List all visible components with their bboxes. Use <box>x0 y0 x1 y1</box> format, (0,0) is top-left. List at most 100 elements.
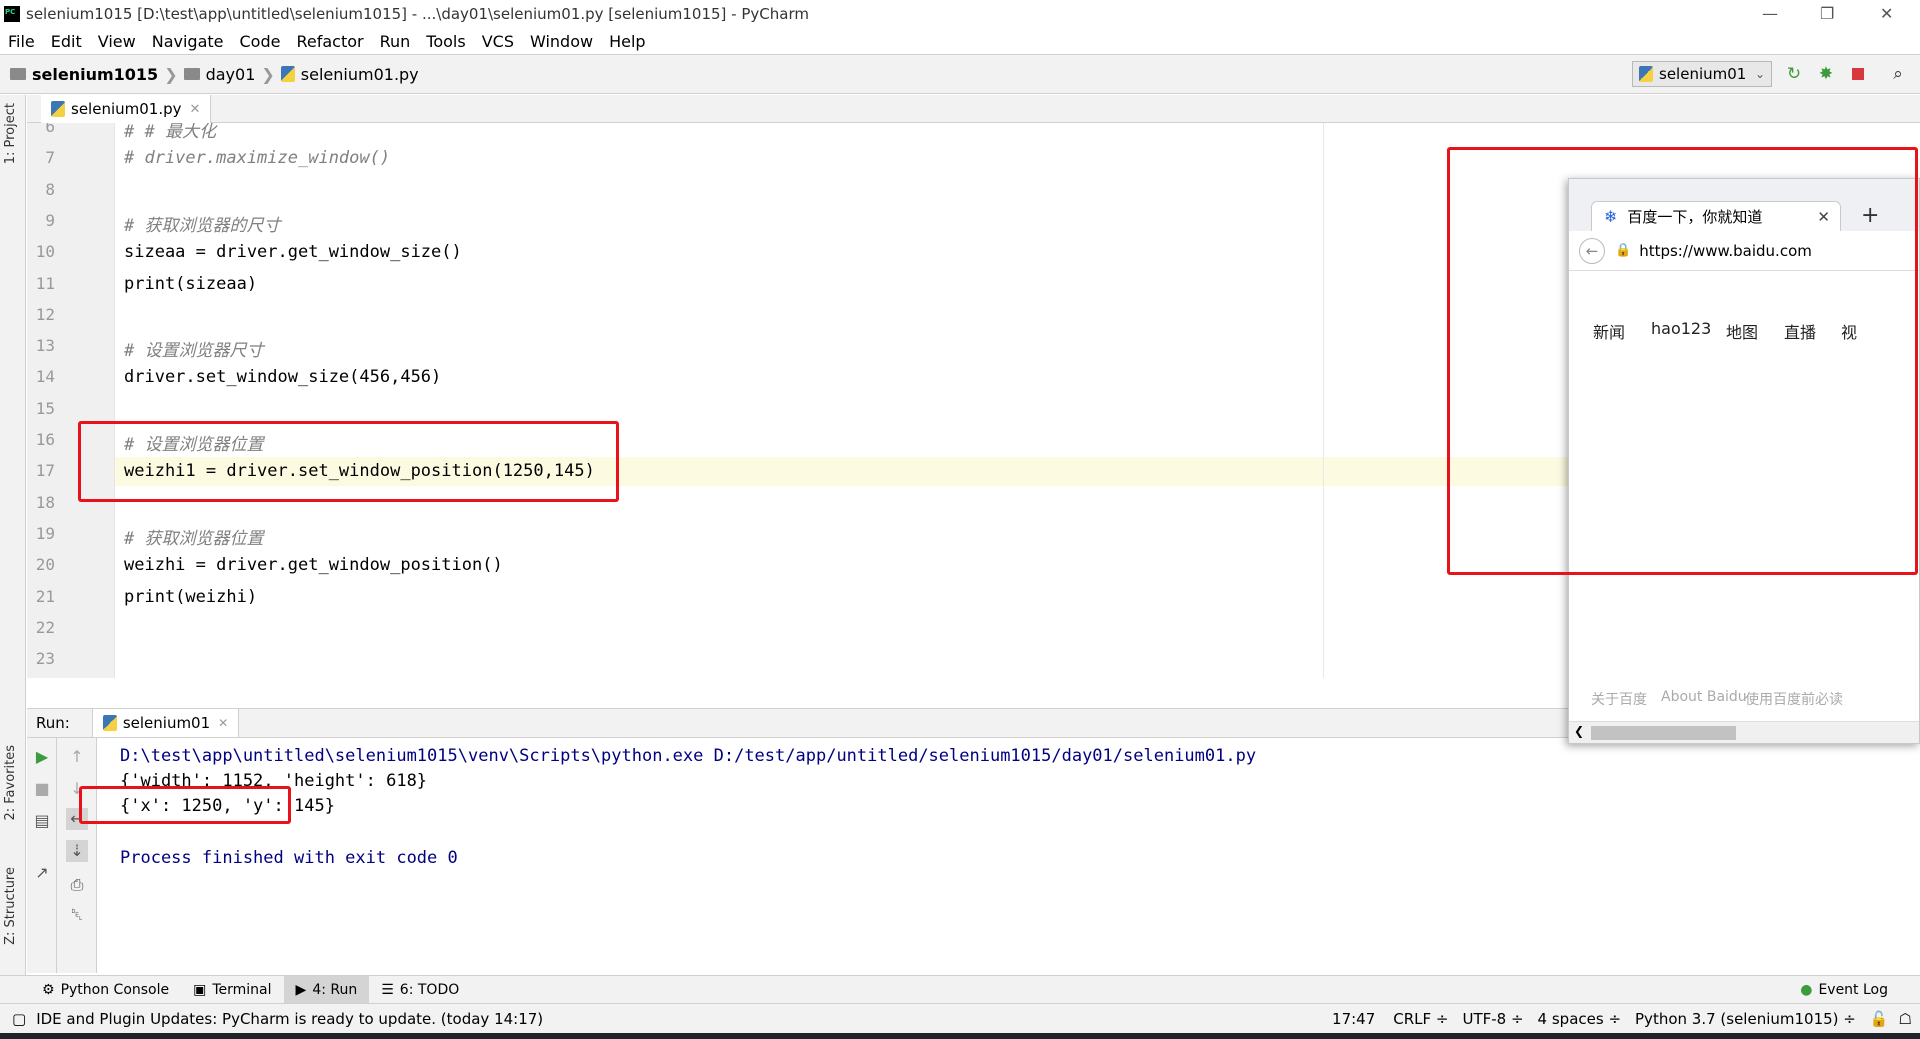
close-button[interactable]: ✕ <box>1880 4 1893 23</box>
minimize-button[interactable]: — <box>1762 4 1778 23</box>
scrollbar-thumb[interactable] <box>1591 726 1736 740</box>
line-number: 9 <box>45 210 55 230</box>
run-tool-tab[interactable]: ▶ 4: Run <box>283 975 370 1004</box>
line-number: 14 <box>35 367 55 387</box>
pycharm-logo-icon <box>4 6 20 22</box>
line-number: 21 <box>35 586 55 606</box>
menu-view[interactable]: View <box>96 32 138 51</box>
terminal-icon: ▣ <box>193 981 207 998</box>
highlight-box-position-output <box>79 786 291 824</box>
line-number: 17 <box>35 461 55 481</box>
python-file-icon <box>51 101 65 117</box>
print-icon[interactable]: ⎙ <box>66 874 88 896</box>
line-number: 13 <box>35 336 55 356</box>
line-number: 8 <box>45 179 55 199</box>
favorites-tool-tab[interactable]: 2: Favorites <box>3 745 18 821</box>
close-tab-icon[interactable]: ✕ <box>218 716 228 730</box>
bottom-tool-bar: ⚙ Python Console ▣ Terminal ▶ 4: Run ☰ 6: TO… <box>0 975 1920 1004</box>
file-encoding[interactable]: UTF-8 ÷ <box>1462 1010 1523 1028</box>
python-file-icon <box>280 66 295 82</box>
code-line[interactable]: # # 最大化 <box>124 123 216 142</box>
rerun-icon[interactable]: ↻ <box>1784 64 1804 84</box>
run-tab-selenium01[interactable]: selenium01 ✕ <box>91 709 240 737</box>
folder-icon <box>10 68 26 80</box>
editor-tab-selenium01[interactable]: selenium01.py ✕ <box>41 95 212 123</box>
menu-navigate[interactable]: Navigate <box>150 32 226 51</box>
python-interpreter[interactable]: Python 3.7 (selenium1015) ÷ <box>1635 1010 1856 1028</box>
title-bar: selenium1015 [D:\test\app\untitled\selen… <box>0 0 1920 28</box>
debug-icon[interactable]: ✸ <box>1816 64 1836 84</box>
breadcrumb-separator-icon: ❯ <box>164 64 178 84</box>
line-number: 10 <box>35 242 55 262</box>
event-log-tab[interactable]: ● Event Log <box>1788 976 1900 1004</box>
status-message[interactable]: IDE and Plugin Updates: PyCharm is ready… <box>36 1010 543 1028</box>
menu-code[interactable]: Code <box>238 32 283 51</box>
run-output-panel: ▶ ■ ▤ ↗ ↑ ↓ ↵ ⇣ ⎙ ␡ D:\test\app\untitled… <box>27 738 1920 973</box>
restore-button[interactable]: ❐ <box>1820 4 1834 23</box>
todo-label: 6: TODO <box>399 981 460 998</box>
stop-icon[interactable] <box>1848 64 1868 84</box>
run-icon[interactable]: ▶ <box>31 746 53 768</box>
line-number: 16 <box>35 430 55 449</box>
line-number: 7 <box>45 148 55 168</box>
terminal-tab[interactable]: ▣ Terminal <box>181 976 283 1004</box>
notifications-icon[interactable]: ☖ <box>1899 1010 1912 1028</box>
code-line[interactable]: print(sizeaa) <box>124 274 257 294</box>
menu-refactor[interactable]: Refactor <box>294 32 365 51</box>
breadcrumb-project[interactable]: selenium1015 <box>32 65 158 84</box>
run-config-select[interactable]: selenium01 ⌄ <box>1632 61 1772 87</box>
search-icon[interactable]: ⌕ <box>1888 64 1908 84</box>
run-tool-label: 4: Run <box>312 981 358 998</box>
python-file-icon <box>1639 66 1653 82</box>
todo-icon: ☰ <box>381 981 394 998</box>
python-console-tab[interactable]: ⚙ Python Console <box>30 976 181 1004</box>
code-line[interactable]: # 获取浏览器位置 <box>124 524 263 549</box>
event-log-label: Event Log <box>1818 981 1888 998</box>
footer-link-about-cn[interactable]: 关于百度 <box>1591 689 1647 709</box>
indent-setting[interactable]: 4 spaces ÷ <box>1538 1010 1621 1028</box>
code-line[interactable]: weizhi = driver.get_window_position() <box>124 555 503 575</box>
close-tab-icon[interactable]: ✕ <box>190 102 201 117</box>
code-line[interactable]: # 设置浏览器尺寸 <box>124 336 263 361</box>
terminal-label: Terminal <box>212 981 272 998</box>
line-number: 22 <box>35 617 55 637</box>
line-separator[interactable]: CRLF ÷ <box>1393 1010 1448 1028</box>
stop-icon[interactable]: ■ <box>31 778 53 800</box>
editor-tab-bar: selenium01.py ✕ <box>27 95 1920 123</box>
code-line[interactable]: # driver.maximize_window() <box>124 148 390 168</box>
trash-icon[interactable]: ␡ <box>66 904 88 926</box>
arrow-up-icon[interactable]: ↑ <box>66 746 88 768</box>
project-tool-tab[interactable]: 1: Project <box>3 103 18 164</box>
scroll-to-end-icon[interactable]: ⇣ <box>66 840 88 862</box>
run-icon: ▶ <box>295 981 307 998</box>
status-toggle-icon[interactable]: ▢ <box>12 1010 26 1028</box>
menu-help[interactable]: Help <box>607 32 647 51</box>
scroll-left-icon[interactable]: ❮ <box>1574 724 1584 738</box>
code-line[interactable]: print(weizhi) <box>124 587 257 607</box>
footer-link-terms[interactable]: 使用百度前必读 <box>1745 689 1843 709</box>
horizontal-scrollbar[interactable]: ❮ <box>1569 721 1919 743</box>
structure-tool-tab[interactable]: Z: Structure <box>3 867 18 945</box>
code-line[interactable]: driver.set_window_size(456,456) <box>124 367 441 387</box>
event-log-icon: ● <box>1800 981 1813 998</box>
layout-icon[interactable]: ▤ <box>31 810 53 832</box>
editor-tab-label: selenium01.py <box>71 100 182 118</box>
menu-file[interactable]: File <box>6 32 37 51</box>
code-line[interactable]: sizeaa = driver.get_window_size() <box>124 242 462 262</box>
lock-icon[interactable]: 🔓 <box>1870 1010 1889 1028</box>
breadcrumb-file[interactable]: selenium01.py <box>301 65 419 84</box>
menu-vcs[interactable]: VCS <box>480 32 516 51</box>
caret-position[interactable]: 17:47 <box>1332 1010 1375 1028</box>
pin-icon[interactable]: ↗ <box>31 862 53 884</box>
code-line[interactable]: # 获取浏览器的尺寸 <box>124 211 280 236</box>
status-bar: ▢ IDE and Plugin Updates: PyCharm is rea… <box>0 1003 1920 1033</box>
menu-tools[interactable]: Tools <box>424 32 467 51</box>
menu-window[interactable]: Window <box>528 32 595 51</box>
breadcrumb-folder[interactable]: day01 <box>206 65 256 84</box>
menu-run[interactable]: Run <box>378 32 413 51</box>
footer-link-about-en[interactable]: About Baidu <box>1661 689 1747 705</box>
todo-tab[interactable]: ☰ 6: TODO <box>369 976 471 1004</box>
breadcrumb-separator-icon: ❯ <box>261 64 275 84</box>
menu-edit[interactable]: Edit <box>49 32 84 51</box>
python-file-icon <box>102 715 117 731</box>
